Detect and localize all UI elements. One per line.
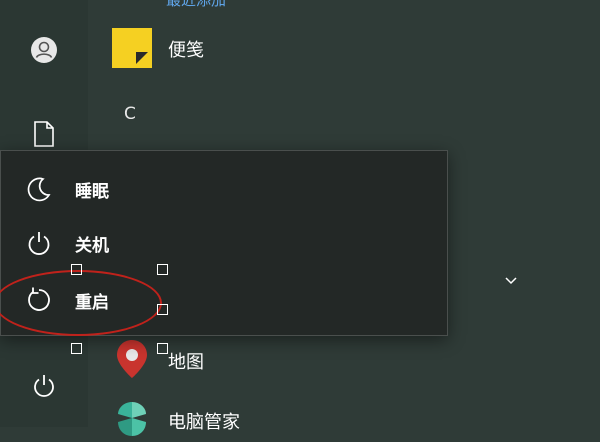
menu-item-shutdown[interactable]: 关机	[1, 218, 447, 268]
menu-item-sleep[interactable]: 睡眠	[1, 164, 447, 214]
selection-handle[interactable]	[71, 343, 82, 354]
app-label: 便笺	[168, 40, 204, 61]
power-icon	[25, 229, 53, 257]
selection-handle[interactable]	[71, 264, 82, 275]
pc-manager-icon	[112, 398, 152, 438]
power-icon[interactable]	[24, 366, 64, 406]
app-list-item-sticky-notes[interactable]: 便笺	[112, 28, 412, 68]
document-icon[interactable]	[24, 114, 64, 154]
user-avatar-icon[interactable]	[24, 30, 64, 70]
selection-handle[interactable]	[157, 343, 168, 354]
group-header-recently-added: 最近添加	[166, 0, 227, 9]
maps-pin-icon	[114, 338, 150, 378]
sticky-notes-icon	[112, 28, 152, 68]
app-list-item-pc-manager[interactable]: 电脑管家	[112, 398, 412, 438]
moon-icon	[25, 175, 53, 203]
app-label: 地图	[168, 352, 204, 373]
app-label: 电脑管家	[168, 412, 240, 433]
annotation-highlight-ring	[0, 270, 162, 336]
selection-handle[interactable]	[157, 264, 168, 275]
selection-handle[interactable]	[157, 304, 168, 315]
group-letter-header[interactable]: C	[124, 104, 136, 124]
menu-item-label: 关机	[75, 236, 109, 256]
chevron-down-icon[interactable]	[502, 272, 520, 290]
menu-item-label: 睡眠	[75, 182, 109, 202]
